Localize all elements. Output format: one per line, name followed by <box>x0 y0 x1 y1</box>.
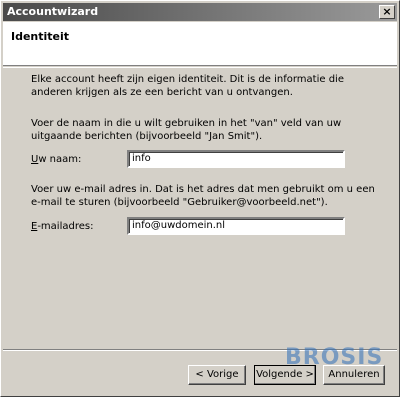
account-wizard-window: Accountwizard × Identiteit Elke account … <box>0 0 400 397</box>
email-instruction-text: Voer uw e-mail adres in. Dat is het adre… <box>31 184 375 208</box>
close-icon: × <box>382 5 392 18</box>
intro-text: Elke account heeft zijn eigen identiteit… <box>31 74 344 98</box>
back-button[interactable]: < Vorige <box>188 365 246 385</box>
back-button-label: < Vorige <box>195 369 239 380</box>
name-label: Uw naam: <box>31 154 81 165</box>
close-button[interactable]: × <box>379 5 395 19</box>
name-input-value: info <box>132 153 151 164</box>
wizard-header: Identiteit <box>3 22 397 66</box>
name-instruction-text: Voer de naam in die u wilt gebruiken in … <box>31 118 342 142</box>
window-title: Accountwizard <box>7 5 99 18</box>
email-label-text: -mailadres: <box>37 221 94 232</box>
email-input-value: info@uwdomein.nl <box>132 220 226 231</box>
page-title: Identiteit <box>11 30 70 43</box>
email-input[interactable]: info@uwdomein.nl <box>127 217 345 235</box>
cancel-button-label: Annuleren <box>328 369 380 380</box>
title-bar[interactable]: Accountwizard × <box>3 3 397 21</box>
name-label-text: w naam: <box>38 154 82 165</box>
brosis-watermark-logo: BROSIS <box>285 345 384 370</box>
name-input[interactable]: info <box>127 150 345 168</box>
next-button-label: Volgende > <box>256 369 314 380</box>
email-label: E-mailadres: <box>31 221 93 232</box>
header-divider <box>3 67 397 68</box>
